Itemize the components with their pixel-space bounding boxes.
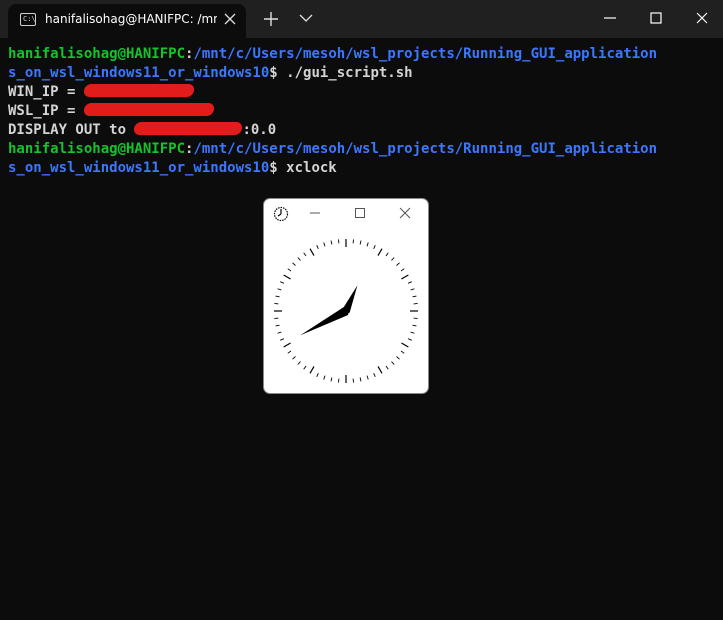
clock-tick [292,356,296,360]
clock-tick [297,257,301,261]
clock-tick [373,372,376,377]
close-window-icon[interactable] [692,8,712,28]
wsl-ip-label: WSL_IP = [8,103,84,119]
clock-tick [283,342,291,348]
clock-tick [323,375,326,380]
prompt-user: hanifalisohag@HANIFPC [8,141,186,157]
hour-hand [300,307,350,336]
clock-tick [401,342,409,348]
close-tab-icon[interactable] [222,11,238,27]
clock-tick [297,361,301,365]
chevron-down-icon[interactable] [298,10,314,26]
clock-tick [309,248,315,256]
prompt-path: /mnt/c/Users/mesoh/wsl_projects/Running_… [193,141,658,157]
win-ip-label: WIN_IP = [8,84,84,100]
clock-tick [407,281,412,284]
clock-tick [316,372,319,377]
clock-tick [303,365,307,370]
prompt-symbol: $ [269,160,278,176]
clock-tick [287,268,292,272]
terminal-icon-label: C:\ [23,15,36,23]
clock-tick [401,274,409,280]
clock-tick [275,295,280,298]
clock-tick [396,262,400,266]
close-icon[interactable] [398,206,412,220]
analog-clock-face [274,239,418,383]
clock-tick [277,331,282,334]
clock-tick [407,338,412,341]
clock-tick [410,288,415,291]
clock-tick [323,242,326,247]
clock-tick [373,245,376,250]
maximize-window-icon[interactable] [646,8,666,28]
clock-tick [283,274,291,280]
clock-tick [400,268,405,272]
clock-tick [366,242,369,247]
new-tab-icon[interactable] [262,10,280,28]
terminal-line: hanifalisohag@HANIFPC:/mnt/c/Users/mesoh… [8,45,718,64]
terminal-tab[interactable]: C:\ hanifalisohag@HANIFPC: /mnt/ [8,4,246,38]
clock-tick [391,257,395,261]
display-label: DISPLAY OUT to [8,122,135,138]
title-bar: C:\ hanifalisohag@HANIFPC: /mnt/ [0,0,723,38]
clock-tick [366,375,369,380]
terminal-line: hanifalisohag@HANIFPC:/mnt/c/Users/mesoh… [8,140,718,159]
clock-tick [359,240,362,245]
prompt-path-cont: s_on_wsl_windows11_or_windows10 [8,160,270,176]
clock-tick [359,377,362,382]
terminal-line: WIN_IP = [8,83,718,102]
clock-tick [309,366,315,374]
prompt-user: hanifalisohag@HANIFPC [8,46,186,62]
clock-tick [396,356,400,360]
clock-tick [277,288,282,291]
clock-tick [316,245,319,250]
clock-tick [280,281,285,284]
clock-tick [280,338,285,341]
redaction-mark [82,84,195,97]
minute-hand [342,285,358,314]
tab-title: hanifalisohag@HANIFPC: /mnt/ [45,12,217,26]
command-text: xclock [277,160,337,176]
clock-tick [287,350,292,354]
clock-tick [303,252,307,257]
redaction-mark [133,122,244,135]
clock-tick [385,252,389,257]
clock-tick [330,240,333,245]
terminal-icon: C:\ [20,13,36,26]
clock-tick [377,366,383,374]
clock-tick [412,295,417,298]
clock-tick [400,350,405,354]
clock-tick [410,331,415,334]
terminal-line: WSL_IP = [8,102,718,121]
clock-tick [391,361,395,365]
xclock-window[interactable] [263,198,429,394]
redaction-mark [82,103,215,116]
minimize-icon[interactable] [308,206,322,220]
clock-tick [330,377,333,382]
clock-tick [275,324,280,327]
terminal-line: s_on_wsl_windows11_or_windows10$ xclock [8,159,718,178]
terminal-line: DISPLAY OUT to :0.0 [8,121,718,140]
prompt-symbol: $ [269,65,278,81]
terminal-output[interactable]: hanifalisohag@HANIFPC:/mnt/c/Users/mesoh… [8,45,718,178]
clock-tick [292,262,296,266]
clock-tick [385,365,389,370]
clock-tick [412,324,417,327]
command-text: ./gui_script.sh [277,65,413,81]
display-suffix: :0.0 [242,122,277,138]
prompt-path: /mnt/c/Users/mesoh/wsl_projects/Running_… [193,46,658,62]
clock-tick [377,248,383,256]
clock-icon [273,206,289,222]
maximize-icon[interactable] [353,206,367,220]
prompt-path-cont: s_on_wsl_windows11_or_windows10 [8,65,270,81]
minimize-window-icon[interactable] [600,8,620,28]
terminal-line: s_on_wsl_windows11_or_windows10$ ./gui_s… [8,64,718,83]
